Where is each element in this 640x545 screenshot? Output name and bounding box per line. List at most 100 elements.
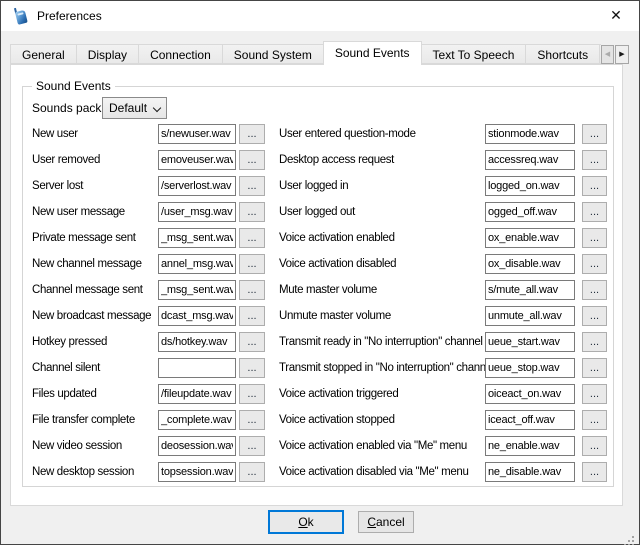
browse-button[interactable]: ... — [582, 228, 607, 248]
sound-file-input[interactable] — [158, 176, 236, 196]
sound-event-row: Voice activation disabled via "Me" menu … — [279, 459, 607, 485]
browse-button[interactable]: ... — [582, 176, 607, 196]
browse-button[interactable]: ... — [582, 436, 607, 456]
sound-event-row: Channel message sent ... — [32, 277, 265, 303]
sound-file-input[interactable] — [485, 280, 575, 300]
browse-button[interactable]: ... — [582, 202, 607, 222]
browse-button[interactable]: ... — [582, 462, 607, 482]
sound-file-input[interactable] — [158, 306, 236, 326]
browse-button[interactable]: ... — [239, 410, 265, 430]
sound-file-input[interactable] — [485, 462, 575, 482]
browse-button[interactable]: ... — [239, 124, 265, 144]
sound-event-label: New user message — [32, 206, 158, 218]
sound-file-input[interactable] — [485, 254, 575, 274]
sound-file-input[interactable] — [485, 150, 575, 170]
sound-file-input[interactable] — [158, 384, 236, 404]
browse-button[interactable]: ... — [582, 150, 607, 170]
sound-event-label: User logged in — [279, 180, 485, 192]
sound-file-input[interactable] — [158, 124, 236, 144]
sound-file-input[interactable] — [158, 280, 236, 300]
sound-event-row: Transmit ready in "No interruption" chan… — [279, 329, 607, 355]
sound-file-input[interactable] — [158, 150, 236, 170]
browse-button[interactable]: ... — [239, 384, 265, 404]
close-button[interactable]: ✕ — [601, 4, 631, 28]
browse-button[interactable]: ... — [239, 176, 265, 196]
browse-button[interactable]: ... — [582, 410, 607, 430]
sound-file-input[interactable] — [158, 358, 236, 378]
ok-button[interactable]: Ok — [268, 510, 344, 534]
browse-button[interactable]: ... — [582, 384, 607, 404]
tab-text-to-speech[interactable]: Text To Speech — [421, 44, 527, 64]
browse-button[interactable]: ... — [582, 332, 607, 352]
sound-event-label: File transfer complete — [32, 414, 158, 426]
sound-file-input[interactable] — [485, 176, 575, 196]
sound-event-label: Server lost — [32, 180, 158, 192]
sound-file-input[interactable] — [485, 228, 575, 248]
sound-event-label: Voice activation stopped — [279, 414, 485, 426]
sound-event-row: Channel silent ... — [32, 355, 265, 381]
browse-button[interactable]: ... — [239, 202, 265, 222]
sound-event-row: Server lost ... — [32, 173, 265, 199]
browse-button[interactable]: ... — [239, 228, 265, 248]
browse-button[interactable]: ... — [239, 358, 265, 378]
sounds-pack-row: Sounds pack Default — [32, 97, 167, 119]
browse-button[interactable]: ... — [582, 306, 607, 326]
sound-file-input[interactable] — [158, 254, 236, 274]
sound-file-input[interactable] — [158, 228, 236, 248]
sound-event-row: Voice activation enabled via "Me" menu .… — [279, 433, 607, 459]
browse-button[interactable]: ... — [239, 332, 265, 352]
tab-display[interactable]: Display — [76, 44, 139, 64]
sound-file-input[interactable] — [158, 202, 236, 222]
sound-file-input[interactable] — [485, 358, 575, 378]
sound-event-label: Desktop access request — [279, 154, 485, 166]
sound-file-input[interactable] — [485, 202, 575, 222]
browse-button[interactable]: ... — [239, 254, 265, 274]
browse-button[interactable]: ... — [239, 306, 265, 326]
browse-button[interactable]: ... — [582, 124, 607, 144]
sound-file-input[interactable] — [158, 436, 236, 456]
sound-event-label: New channel message — [32, 258, 158, 270]
sound-event-label: User logged out — [279, 206, 485, 218]
sound-file-input[interactable] — [485, 410, 575, 430]
sound-file-input[interactable] — [485, 124, 575, 144]
tab-shortcuts[interactable]: Shortcuts — [525, 44, 600, 64]
browse-button[interactable]: ... — [582, 254, 607, 274]
title-bar: Preferences ✕ — [1, 1, 639, 31]
sound-event-row: Transmit stopped in "No interruption" ch… — [279, 355, 607, 381]
cancel-button[interactable]: Cancel — [358, 511, 414, 533]
tab-connection[interactable]: Connection — [138, 44, 223, 64]
sound-file-input[interactable] — [158, 462, 236, 482]
tab-general[interactable]: General — [10, 44, 77, 64]
sounds-pack-select[interactable]: Default — [102, 97, 167, 119]
resize-grip[interactable] — [632, 536, 634, 538]
scroll-left-icon: ◀ — [605, 50, 610, 58]
sound-events-left-column: New user ... User removed ... Server los… — [32, 121, 265, 485]
sound-file-input[interactable] — [485, 384, 575, 404]
sound-event-row: User logged in ... — [279, 173, 607, 199]
browse-button[interactable]: ... — [582, 280, 607, 300]
preferences-dialog: Preferences ✕ GeneralDisplayConnectionSo… — [0, 0, 640, 545]
tab-sound-events[interactable]: Sound Events — [323, 41, 422, 65]
browse-button[interactable]: ... — [239, 436, 265, 456]
close-icon: ✕ — [610, 8, 622, 24]
browse-button[interactable]: ... — [239, 280, 265, 300]
sound-event-row: New user ... — [32, 121, 265, 147]
sound-event-row: Voice activation enabled ... — [279, 225, 607, 251]
tab-scroll-left-button[interactable]: ◀ — [601, 45, 614, 64]
sound-event-row: Unmute master volume ... — [279, 303, 607, 329]
tab-sound-system[interactable]: Sound System — [222, 44, 324, 64]
sound-file-input[interactable] — [158, 410, 236, 430]
app-icon — [10, 5, 31, 27]
browse-button[interactable]: ... — [239, 150, 265, 170]
sound-file-input[interactable] — [485, 436, 575, 456]
sound-event-row: Files updated ... — [32, 381, 265, 407]
sound-file-input[interactable] — [485, 332, 575, 352]
browse-button[interactable]: ... — [239, 462, 265, 482]
sound-event-label: Hotkey pressed — [32, 336, 158, 348]
sound-event-row: New channel message ... — [32, 251, 265, 277]
sound-file-input[interactable] — [158, 332, 236, 352]
sound-file-input[interactable] — [485, 306, 575, 326]
tab-scroll-right-button[interactable]: ▶ — [615, 45, 629, 64]
browse-button[interactable]: ... — [582, 358, 607, 378]
sound-event-label: Voice activation enabled — [279, 232, 485, 244]
